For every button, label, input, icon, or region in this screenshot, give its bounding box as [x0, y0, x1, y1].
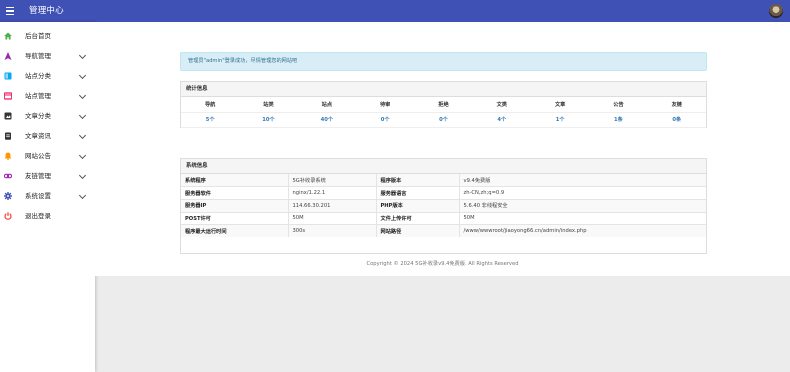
info-key: 网站路径: [376, 224, 460, 238]
stats-header: 导航: [181, 97, 240, 113]
site-manage-icon: [3, 92, 13, 100]
sidebar-item-0[interactable]: 后台首页: [0, 27, 95, 47]
stats-header: 站类: [239, 97, 298, 113]
navigation-icon: [4, 52, 12, 60]
sidebar-item-label: 导航管理: [25, 52, 51, 60]
sidebar-item-label: 站点分类: [25, 72, 51, 80]
info-value: zh-CN,zh;q=0.9: [459, 186, 706, 200]
sidebar-item-6[interactable]: 网站公告: [0, 147, 95, 167]
sidebar-item-label: 后台首页: [25, 32, 51, 40]
stats-header: 文类: [472, 97, 531, 113]
sidebar-item-1[interactable]: 导航管理: [0, 47, 95, 67]
article-category-icon: [4, 112, 12, 120]
stats-header: 拒绝: [414, 97, 473, 113]
info-value: 5.6.40 非线程安全: [459, 198, 706, 213]
sidebar-item-8[interactable]: 系统设置: [0, 187, 95, 207]
stats-panel-title: 统计信息: [181, 82, 706, 97]
link-icon: [3, 172, 13, 180]
user-avatar-icon[interactable]: [769, 4, 783, 18]
chevron-down-icon[interactable]: [78, 131, 87, 140]
stats-value-link[interactable]: 0个: [414, 112, 473, 128]
chevron-down-icon[interactable]: [78, 71, 87, 80]
sidebar-item-7[interactable]: 友链管理: [0, 167, 95, 187]
stats-value-link[interactable]: 1条: [589, 112, 648, 128]
stats-header: 站点: [297, 97, 356, 113]
system-info-panel: 系统信息 系统程序 5G补收录系统 程序版本 v9.4免费版 服务器软件 nginx/1.…: [180, 158, 707, 254]
sidebar-item-9[interactable]: 退出登录: [0, 207, 95, 227]
stats-value-link[interactable]: 4个: [472, 112, 531, 128]
login-success-alert: 管理员"admin"登录成功，尽情管理您的网站吧: [180, 52, 707, 71]
chevron-down-icon[interactable]: [78, 151, 87, 160]
info-key: PHP版本: [376, 198, 460, 213]
stats-header: 待审: [355, 97, 415, 113]
stats-value-link[interactable]: 5个: [181, 112, 240, 128]
info-key: 程序最大运行时间: [181, 224, 289, 238]
info-key: 服务器语言: [376, 186, 460, 200]
info-value: 50M: [459, 211, 706, 225]
table-row: 程序最大运行时间 300s 网站路径/www/wwwroot/jiaoyong66.…: [181, 224, 706, 238]
top-app-bar: 管理中心: [0, 0, 790, 22]
table-row: 系统程序 5G补收录系统 程序版本 v9.4免费版: [181, 174, 706, 187]
table-row: POST许可 50M 文件上传许可 50M: [181, 211, 706, 225]
info-key: 服务器IP: [181, 198, 289, 213]
stats-panel: 统计信息 导航 站类 站点 待审 拒绝 文类 文章 公告 友链 5个 10个 40个 0个 0个 4个 1个…: [180, 81, 707, 128]
info-value: 300s: [288, 224, 377, 238]
info-key: 程序版本: [376, 174, 460, 187]
sidebar-item-label: 系统设置: [25, 192, 51, 200]
gear-icon: [4, 192, 12, 200]
hamburger-menu-icon[interactable]: [4, 5, 16, 17]
sidebar-item-5[interactable]: 文章资讯: [0, 127, 95, 147]
sidebar-item-label: 友链管理: [25, 172, 51, 180]
stats-value-link[interactable]: 1个: [530, 112, 590, 128]
system-info-table: 系统程序 5G补收录系统 程序版本 v9.4免费版 服务器软件 nginx/1.22.1 服…: [181, 174, 706, 238]
sidebar-item-label: 文章分类: [25, 112, 51, 120]
info-value: 114.66.30.201: [288, 198, 377, 213]
stats-value-link[interactable]: 0个: [355, 112, 415, 128]
power-icon: [4, 212, 12, 220]
system-info-title: 系统信息: [181, 159, 706, 174]
category-icon: [4, 72, 12, 80]
info-value: nginx/1.22.1: [288, 186, 377, 200]
article-news-icon: [4, 132, 12, 140]
info-value: 5G补收录系统: [288, 174, 377, 187]
copyright-footer: Copyright © 2024 5G补收录v9.4免费版. All Right…: [366, 261, 519, 267]
info-key: 系统程序: [181, 174, 289, 187]
chevron-down-icon[interactable]: [78, 51, 87, 60]
chevron-down-icon[interactable]: [78, 171, 87, 180]
app-title: 管理中心: [29, 6, 64, 16]
sidebar: 后台首页导航管理站点分类站点管理文章分类文章资讯网站公告友链管理系统设置退出登录: [0, 22, 95, 372]
main-content: 管理员"admin"登录成功，尽情管理您的网站吧 统计信息 导航 站类 站点 待审 拒绝…: [95, 22, 790, 372]
sidebar-item-label: 站点管理: [25, 92, 51, 100]
content-card: 管理员"admin"登录成功，尽情管理您的网站吧 统计信息 导航 站类 站点 待审 拒绝…: [95, 22, 790, 276]
sidebar-item-label: 网站公告: [25, 152, 51, 160]
info-key: 文件上传许可: [376, 211, 460, 225]
info-key: 服务器软件: [181, 186, 289, 200]
stats-header: 友链: [647, 97, 706, 113]
sidebar-item-label: 退出登录: [25, 212, 51, 220]
sidebar-item-2[interactable]: 站点分类: [0, 67, 95, 87]
info-key: POST许可: [181, 211, 289, 225]
table-row: 服务器软件 nginx/1.22.1 服务器语言 zh-CN,zh;q=0.9: [181, 186, 706, 200]
info-value: 50M: [288, 211, 377, 225]
stats-table: 导航 站类 站点 待审 拒绝 文类 文章 公告 友链 5个 10个 40个 0个 0个 4个 1个 1条 0条: [181, 97, 706, 128]
bell-icon: [4, 152, 12, 161]
chevron-down-icon[interactable]: [78, 91, 87, 100]
table-row: 服务器IP 114.66.30.201 PHP版本 5.6.40 非线程安全: [181, 198, 706, 213]
chevron-down-icon[interactable]: [78, 191, 87, 200]
home-icon: [4, 32, 12, 40]
info-value: v9.4免费版: [459, 174, 706, 187]
chevron-down-icon[interactable]: [78, 111, 87, 120]
sidebar-item-4[interactable]: 文章分类: [0, 107, 95, 127]
sidebar-item-label: 文章资讯: [25, 132, 51, 140]
stats-header: 文章: [530, 97, 590, 113]
info-value: /www/wwwroot/jiaoyong66.cn/admin/index.p…: [459, 224, 706, 238]
stats-value-link[interactable]: 0条: [647, 112, 706, 128]
stats-header: 公告: [589, 97, 648, 113]
stats-value-link[interactable]: 10个: [239, 112, 298, 128]
stats-value-link[interactable]: 40个: [297, 112, 356, 128]
sidebar-item-3[interactable]: 站点管理: [0, 87, 95, 107]
